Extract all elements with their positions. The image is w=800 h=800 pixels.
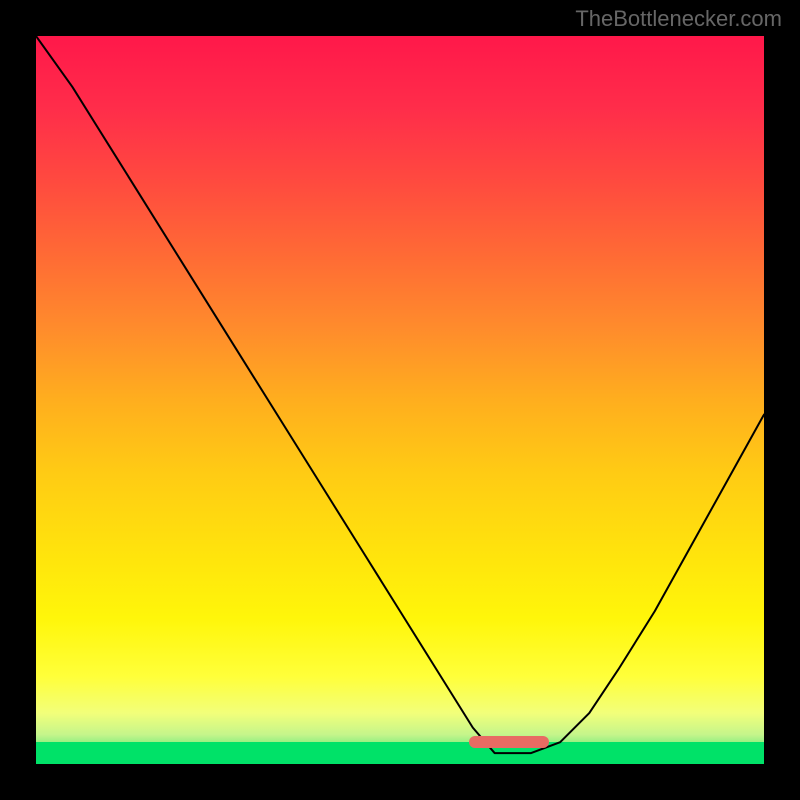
bottleneck-curve — [36, 36, 764, 764]
optimal-range-marker — [469, 736, 549, 748]
watermark-text: TheBottlenecker.com — [575, 6, 782, 32]
bottleneck-chart — [36, 36, 764, 764]
